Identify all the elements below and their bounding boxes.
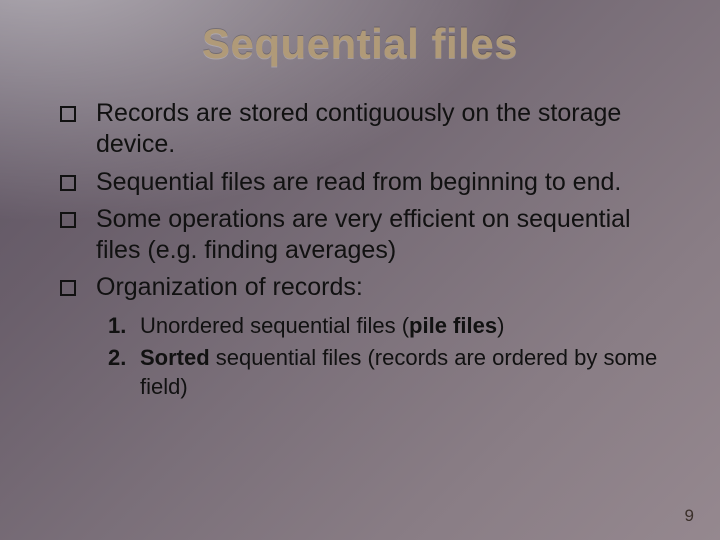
bullet-item: Sequential files are read from beginning…	[52, 167, 680, 198]
slide: Sequential files Records are stored cont…	[0, 0, 720, 540]
bullet-text: Sequential files are read from beginning…	[96, 168, 621, 196]
numbered-sublist: Unordered sequential files (pile files) …	[40, 312, 680, 402]
sublist-item: Sorted sequential files (records are ord…	[108, 344, 680, 401]
sub-bold: pile files	[409, 313, 497, 338]
bullet-text: Organization of records:	[96, 273, 363, 301]
bullet-item: Some operations are very efficient on se…	[52, 204, 680, 267]
page-number: 9	[685, 506, 694, 526]
sub-post: )	[497, 313, 504, 338]
slide-title: Sequential files	[40, 20, 680, 68]
bullet-item: Organization of records:	[52, 272, 680, 303]
bullet-text: Records are stored contiguously on the s…	[96, 99, 621, 158]
sub-post: sequential files (records are ordered by…	[140, 345, 657, 399]
bullet-text: Some operations are very efficient on se…	[96, 205, 631, 264]
sublist-item: Unordered sequential files (pile files)	[108, 312, 680, 341]
bullet-list: Records are stored contiguously on the s…	[40, 98, 680, 304]
sub-pre: Unordered sequential files (	[140, 313, 409, 338]
sub-bold: Sorted	[140, 345, 210, 370]
bullet-item: Records are stored contiguously on the s…	[52, 98, 680, 161]
